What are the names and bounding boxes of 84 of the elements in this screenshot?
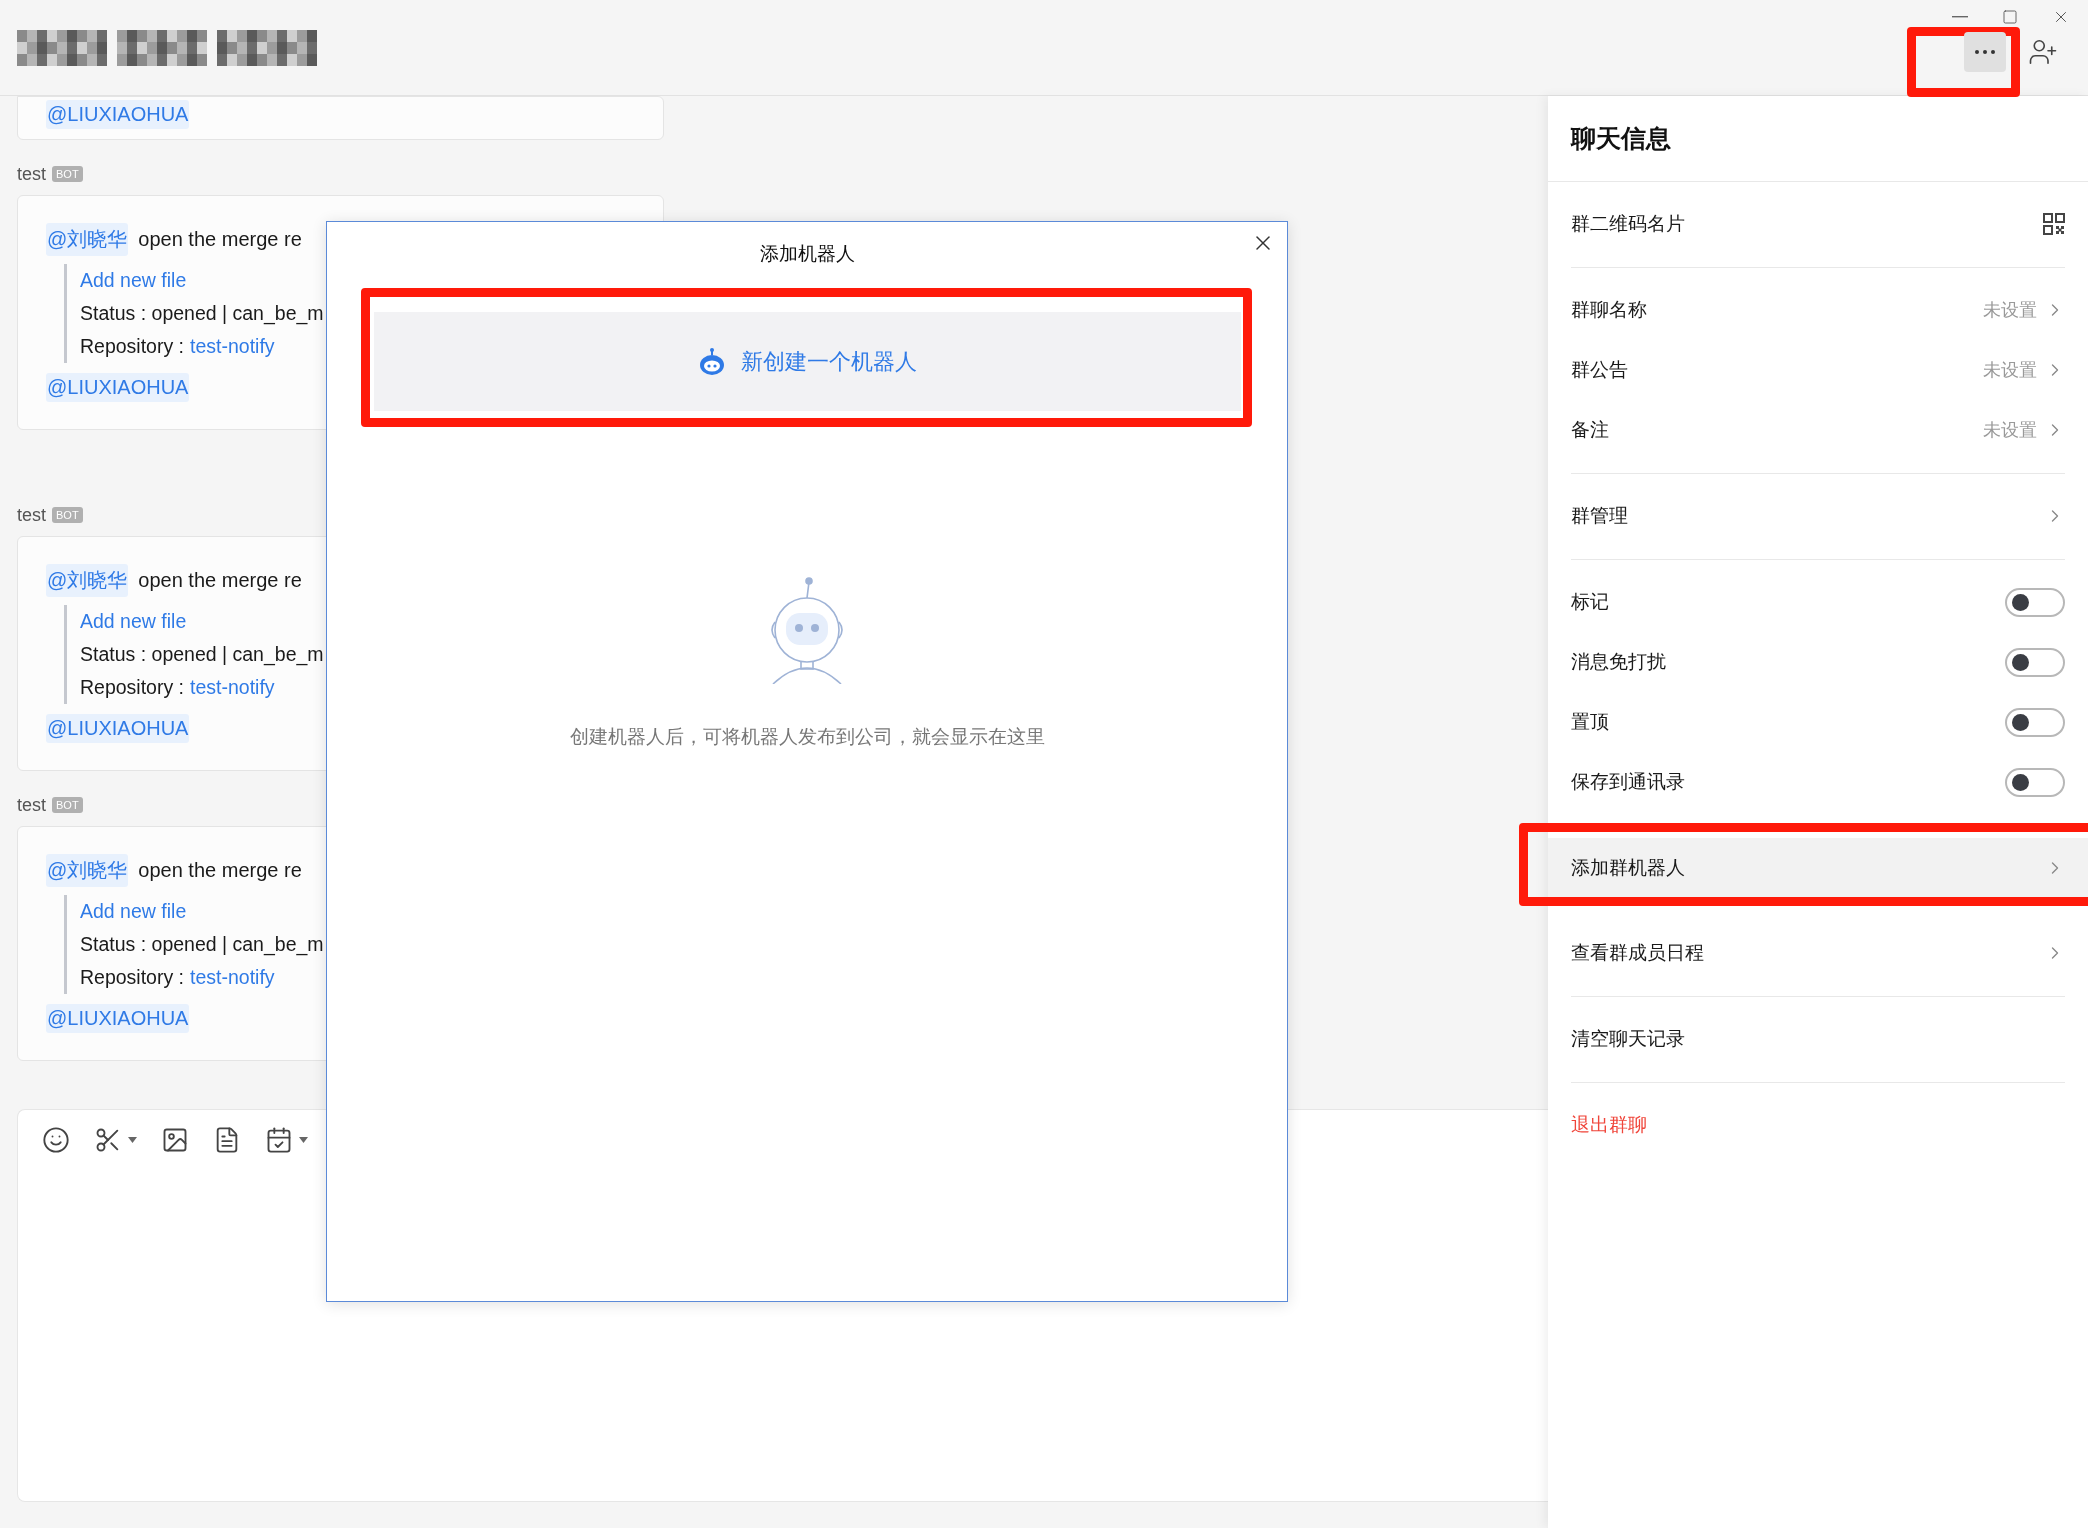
maximize-icon xyxy=(2002,9,2018,25)
repository-label: Repository : xyxy=(80,676,185,699)
mention-tag[interactable]: @LIUXIAOHUA xyxy=(46,1003,190,1033)
row-value: 未设置 xyxy=(1983,299,2037,322)
sender-name: test xyxy=(17,163,46,185)
mention-tag[interactable]: @刘晓华 xyxy=(46,222,129,256)
row-label: 备注 xyxy=(1571,418,1609,442)
row-label: 群管理 xyxy=(1571,504,1628,528)
message-text: open the merge re xyxy=(138,568,302,592)
settings-row[interactable]: 群二维码名片 xyxy=(1548,194,2088,254)
robot-icon xyxy=(697,346,727,377)
calendar-check-icon xyxy=(265,1126,293,1154)
sender-name: test xyxy=(17,504,46,526)
status-text: Status : opened | can_be_m xyxy=(80,643,324,666)
row-label: 消息免打扰 xyxy=(1571,650,1666,674)
smiley-icon xyxy=(42,1126,70,1154)
status-text: Status : opened | can_be_m xyxy=(80,302,324,325)
repository-label: Repository : xyxy=(80,335,185,358)
settings-row[interactable]: 消息免打扰 xyxy=(1548,632,2088,692)
row-label: 群聊名称 xyxy=(1571,298,1647,322)
toggle-switch[interactable] xyxy=(2005,647,2065,677)
caret-icon xyxy=(299,1137,308,1143)
dialog-title: 添加机器人 xyxy=(759,242,855,266)
settings-row[interactable]: 群公告 未设置 xyxy=(1548,340,2088,400)
more-icon xyxy=(1975,50,1995,54)
message-text: open the merge re xyxy=(138,227,302,251)
row-label: 群公告 xyxy=(1571,358,1628,382)
settings-row[interactable]: 保存到通讯录 xyxy=(1548,752,2088,812)
repository-label: Repository : xyxy=(80,966,185,989)
repository-link[interactable]: test-notify xyxy=(190,966,275,989)
message-text: open the merge re xyxy=(138,858,302,882)
toggle-switch[interactable] xyxy=(2005,767,2065,797)
image-button[interactable] xyxy=(161,1126,189,1154)
caret-icon xyxy=(128,1137,137,1143)
mention-tag[interactable]: @LIUXIAOHUA xyxy=(46,713,190,743)
status-text: Status : opened | can_be_m xyxy=(80,933,324,956)
row-label: 添加群机器人 xyxy=(1571,856,1685,880)
settings-row[interactable]: 置顶 xyxy=(1548,692,2088,752)
minimize-icon xyxy=(1952,16,1968,18)
screenshot-button[interactable] xyxy=(94,1126,137,1154)
row-label: 群二维码名片 xyxy=(1571,212,1685,236)
sender-name: test xyxy=(17,794,46,816)
mention-tag[interactable]: @LIUXIAOHUA xyxy=(46,99,190,129)
settings-row[interactable]: 清空聊天记录 xyxy=(1548,1009,2088,1069)
mention-tag[interactable]: @刘晓华 xyxy=(46,563,129,597)
merge-request-link[interactable]: Add new file xyxy=(80,900,187,923)
toggle-switch[interactable] xyxy=(2005,587,2065,617)
mention-tag[interactable]: @刘晓华 xyxy=(46,853,129,887)
schedule-button[interactable] xyxy=(265,1126,308,1154)
emoji-button[interactable] xyxy=(42,1126,70,1154)
image-icon xyxy=(161,1126,189,1154)
maximize-button[interactable] xyxy=(2002,9,2018,25)
settings-row[interactable]: 群管理 xyxy=(1548,486,2088,546)
repository-link[interactable]: test-notify xyxy=(190,335,275,358)
repository-link[interactable]: test-notify xyxy=(190,676,275,699)
bot-badge: BOT xyxy=(52,507,83,523)
bot-badge: BOT xyxy=(52,166,83,182)
bot-badge: BOT xyxy=(52,797,83,813)
panel-title: 聊天信息 xyxy=(1548,96,2088,182)
qr-code-icon xyxy=(2043,213,2065,235)
add-member-button[interactable] xyxy=(2028,37,2058,67)
row-value: 未设置 xyxy=(1983,419,2037,442)
settings-row[interactable]: 备注 未设置 xyxy=(1548,400,2088,460)
settings-row[interactable]: 退出群聊 xyxy=(1548,1095,2088,1155)
settings-row[interactable]: 查看群成员日程 xyxy=(1548,923,2088,983)
settings-row[interactable]: 标记 xyxy=(1548,572,2088,632)
row-label: 标记 xyxy=(1571,590,1609,614)
add-person-icon xyxy=(2028,37,2058,67)
merge-request-link[interactable]: Add new file xyxy=(80,269,187,292)
mention-tag[interactable]: @LIUXIAOHUA xyxy=(46,372,190,402)
empty-state-hint: 创建机器人后，可将机器人发布到公司，就会显示在这里 xyxy=(569,725,1045,749)
more-button[interactable] xyxy=(1964,32,2006,72)
row-label: 查看群成员日程 xyxy=(1571,941,1704,965)
create-robot-button[interactable]: 新创建一个机器人 xyxy=(373,312,1241,411)
settings-row[interactable]: 添加群机器人 xyxy=(1548,838,2088,898)
row-label: 保存到通讯录 xyxy=(1571,770,1685,794)
minimize-button[interactable] xyxy=(1952,16,1968,18)
merge-request-link[interactable]: Add new file xyxy=(80,610,187,633)
row-label: 清空聊天记录 xyxy=(1571,1027,1685,1051)
row-label: 退出群聊 xyxy=(1571,1113,1647,1137)
toggle-switch[interactable] xyxy=(2005,707,2065,737)
row-value: 未设置 xyxy=(1983,359,2037,382)
row-label: 置顶 xyxy=(1571,710,1609,734)
settings-row[interactable]: 群聊名称 未设置 xyxy=(1548,280,2088,340)
